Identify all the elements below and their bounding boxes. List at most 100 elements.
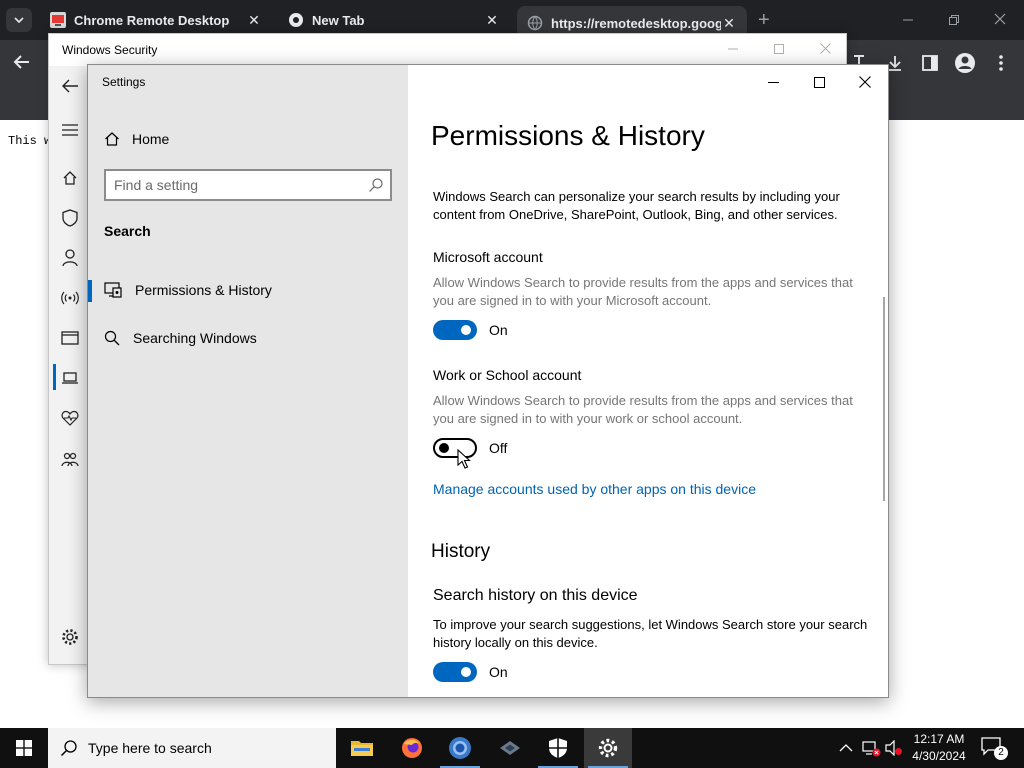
ws-nav-settings[interactable]: [59, 626, 81, 648]
laptop-icon: [62, 372, 78, 384]
ws-nav-home[interactable]: [59, 167, 81, 189]
microsoft-account-toggle-row: On: [433, 319, 508, 341]
action-center-button[interactable]: 2: [980, 736, 1008, 760]
settings-search-box[interactable]: [104, 169, 392, 201]
ws-nav-family-options[interactable]: [59, 449, 81, 471]
sidebar-item-searching-windows[interactable]: Searching Windows: [88, 320, 408, 356]
sidebar-item-label: Permissions & History: [135, 282, 272, 298]
taskbar-settings[interactable]: [584, 728, 632, 768]
minimize-icon: [728, 48, 738, 50]
intro-text: Windows Search can personalize your sear…: [433, 189, 840, 222]
toggle-state-label: On: [489, 322, 508, 338]
maximize-icon: [774, 44, 784, 54]
tab-chrome-remote-desktop[interactable]: Chrome Remote Desktop ✕: [40, 6, 272, 34]
tab-close-button[interactable]: ✕: [721, 15, 737, 32]
settings-close-button[interactable]: [842, 69, 888, 95]
sidebar-item-permissions-history[interactable]: Permissions & History: [88, 272, 408, 308]
ws-nav-device-security[interactable]: [59, 367, 81, 389]
start-button[interactable]: [0, 728, 48, 768]
microsoft-account-desc: Allow Windows Search to provide results …: [433, 275, 853, 308]
tab-label: New Tab: [312, 12, 365, 28]
search-history-toggle[interactable]: [433, 662, 477, 682]
remote-desktop-icon: [500, 741, 520, 755]
taskbar-remote-desktop[interactable]: [486, 728, 534, 768]
avatar-icon: [955, 53, 975, 73]
search-icon: [104, 330, 120, 346]
notification-count-badge: 2: [994, 746, 1008, 760]
tab-search-button[interactable]: [6, 8, 32, 32]
browser-close-button[interactable]: [980, 8, 1020, 32]
wireless-icon: [61, 291, 79, 305]
new-tab-button[interactable]: +: [758, 10, 770, 30]
taskbar-windows-security[interactable]: [534, 728, 582, 768]
sidebar-item-label: Searching Windows: [133, 330, 257, 346]
close-icon: [859, 76, 871, 88]
volume-muted-icon: [885, 740, 902, 756]
shield-icon: [62, 209, 78, 227]
heart-pulse-icon: [61, 410, 79, 426]
ws-close-button[interactable]: [802, 38, 848, 62]
sidebar-item-home[interactable]: Home: [104, 127, 394, 151]
browser-menu-button[interactable]: [990, 52, 1012, 74]
globe-icon: [527, 15, 543, 31]
windows-taskbar: Type here to search 12:17 AM 4/30/2024 2: [0, 728, 1024, 768]
settings-sidebar: Settings Home Search Permissions & Histo…: [88, 65, 408, 697]
ws-nav-firewall[interactable]: [59, 287, 81, 309]
ws-nav-app-browser-control[interactable]: [59, 327, 81, 349]
shield-icon: [549, 738, 567, 758]
microsoft-account-title: Microsoft account: [433, 249, 543, 265]
browser-minimize-button[interactable]: [888, 8, 928, 32]
tray-network-button[interactable]: [861, 738, 881, 758]
folder-icon: [351, 741, 373, 756]
settings-maximize-button[interactable]: [796, 69, 842, 95]
settings-search-input[interactable]: [114, 175, 354, 195]
browser-restore-button[interactable]: [934, 8, 974, 32]
tray-overflow-button[interactable]: [836, 738, 856, 758]
history-heading: History: [431, 541, 491, 562]
windows-security-title: Windows Security: [62, 43, 158, 57]
tray-volume-button[interactable]: [884, 738, 904, 758]
ws-maximize-button[interactable]: [756, 38, 802, 62]
toggle-state-label: Off: [489, 440, 508, 456]
gear-icon: [598, 738, 618, 758]
ws-back-button[interactable]: [59, 75, 81, 97]
taskbar-clock[interactable]: 12:17 AM 4/30/2024: [906, 731, 972, 765]
minimize-icon: [903, 19, 913, 21]
family-icon: [61, 452, 79, 467]
taskbar-search-box[interactable]: Type here to search: [48, 728, 336, 768]
toggle-knob: [439, 443, 449, 453]
settings-minimize-button[interactable]: [750, 69, 796, 95]
tab-close-button[interactable]: ✕: [484, 12, 500, 29]
settings-window: Settings Home Search Permissions & Histo…: [87, 64, 889, 698]
microsoft-account-toggle[interactable]: [433, 320, 477, 340]
globe-icon: [288, 12, 304, 28]
search-icon[interactable]: [368, 177, 384, 193]
taskbar-firefox[interactable]: [388, 728, 436, 768]
content-scrollbar[interactable]: [883, 297, 885, 501]
toggle-state-label: On: [489, 664, 508, 680]
work-account-desc: Allow Windows Search to provide results …: [433, 393, 853, 426]
search-history-desc: To improve your search suggestions, let …: [433, 617, 868, 650]
home-icon: [105, 132, 119, 146]
ws-menu-button[interactable]: [59, 119, 81, 141]
ws-nav-account-protection[interactable]: [59, 247, 81, 269]
tab-close-button[interactable]: ✕: [246, 12, 262, 29]
manage-accounts-link[interactable]: Manage accounts used by other apps on th…: [433, 481, 756, 497]
close-icon: [994, 13, 1006, 25]
taskbar-file-explorer[interactable]: [338, 728, 386, 768]
ws-nav-virus-protection[interactable]: [59, 207, 81, 229]
taskbar-chrome[interactable]: [436, 728, 484, 768]
permissions-history-icon: [104, 282, 122, 298]
tab-label: Chrome Remote Desktop: [74, 12, 230, 28]
search-history-title: Search history on this device: [433, 587, 638, 604]
tab-new-tab[interactable]: New Tab ✕: [278, 6, 510, 34]
close-icon: [819, 43, 831, 54]
toggle-knob: [461, 325, 471, 335]
search-icon: [60, 740, 77, 757]
side-panel-button[interactable]: [919, 52, 941, 74]
page-title: Permissions & History: [431, 120, 705, 151]
profile-button[interactable]: [954, 52, 976, 74]
browser-back-button[interactable]: [10, 50, 34, 74]
ws-nav-device-performance[interactable]: [59, 407, 81, 429]
ws-minimize-button[interactable]: [710, 38, 756, 62]
